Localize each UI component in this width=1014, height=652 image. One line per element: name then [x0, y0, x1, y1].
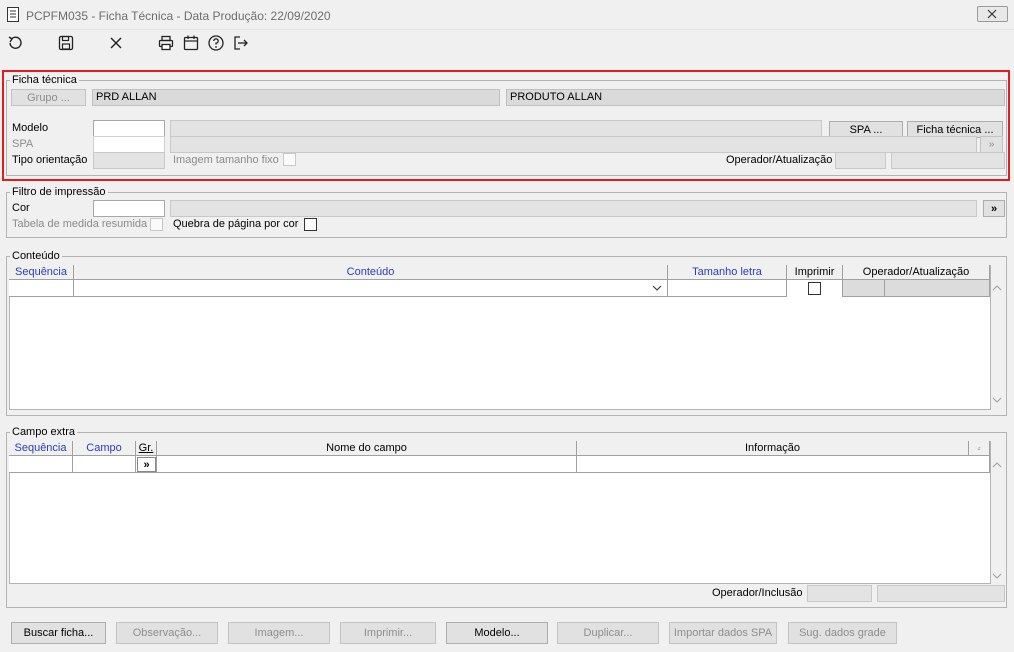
save-button[interactable]	[55, 32, 77, 54]
print-icon	[158, 35, 174, 51]
observacao-button[interactable]: Observação...	[116, 622, 218, 644]
operador-inclusao-label: Operador/Inclusão	[712, 587, 803, 599]
campo-extra-row-campo[interactable]	[73, 456, 136, 473]
conteudo-col-operador[interactable]: Operador/Atualização	[843, 265, 990, 280]
cor-input[interactable]	[93, 200, 165, 217]
chevron-down-icon	[992, 397, 1002, 403]
spa-input[interactable]	[93, 136, 165, 153]
modelo-input[interactable]	[93, 120, 165, 137]
tipo-orientacao-label: Tipo orientação	[12, 154, 88, 166]
importar-dados-spa-button[interactable]: Importar dados SPA	[669, 622, 777, 644]
grupo-button[interactable]: Grupo ...	[11, 89, 86, 106]
conteudo-row-operador	[843, 280, 885, 297]
data-inclusao-field	[877, 585, 1005, 602]
exit-button[interactable]	[230, 32, 252, 54]
operador-atualizacao-label: Operador/Atualização	[726, 154, 833, 166]
tabela-medida-label: Tabela de medida resumida	[12, 218, 148, 230]
conteudo-title: Conteúdo	[10, 250, 62, 262]
chevron-down-icon	[992, 573, 1002, 579]
help-button[interactable]	[205, 32, 227, 54]
conteudo-col-tamanho-letra[interactable]: Tamanho letra	[668, 265, 787, 280]
campo-extra-row-informacao[interactable]	[577, 456, 990, 473]
buscar-ficha-button[interactable]: Buscar ficha...	[11, 622, 106, 644]
campo-extra-col-nome[interactable]: Nome do campo	[157, 441, 577, 456]
cancel-button[interactable]	[105, 32, 127, 54]
sug-dados-grade-button[interactable]: Sug. dados grade	[788, 622, 897, 644]
modelo-button[interactable]: Modelo...	[446, 622, 548, 644]
exit-icon	[234, 36, 248, 50]
undo-icon	[8, 36, 22, 49]
conteudo-scroll-down[interactable]	[992, 396, 1002, 407]
conteudo-row-atualizacao	[885, 280, 990, 297]
imprimir-button[interactable]: Imprimir...	[340, 622, 436, 644]
conteudo-col-sequencia[interactable]: Sequência	[9, 265, 74, 280]
spa-label: SPA	[12, 138, 34, 150]
imagem-tamanho-fixo-checkbox[interactable]	[283, 153, 296, 166]
conteudo-row-conteudo-select[interactable]	[74, 280, 668, 297]
modelo-label: Modelo	[12, 122, 49, 134]
tipo-orientacao-field[interactable]	[93, 152, 165, 169]
grupo-code-field: PRD ALLAN	[92, 89, 500, 106]
operador-inclusao-field	[807, 585, 872, 602]
campo-extra-title: Campo extra	[10, 426, 77, 438]
calendar-button[interactable]	[180, 32, 202, 54]
conteudo-col-conteudo[interactable]: Conteúdo	[74, 265, 668, 280]
window-close-button[interactable]	[977, 6, 1008, 22]
campo-extra-scroll-up[interactable]	[992, 461, 1002, 472]
conteudo-row-sequencia[interactable]	[9, 280, 74, 297]
modelo-description-field	[170, 120, 822, 137]
imagem-tamanho-fixo-label: Imagem tamanho fixo	[173, 154, 279, 166]
spa-description-field	[170, 136, 977, 153]
cor-expand-button[interactable]: »	[983, 200, 1005, 217]
campo-extra-col-sequencia[interactable]: Sequência	[9, 441, 73, 456]
window-title: PCPFM035 - Ficha Técnica - Data Produção…	[26, 9, 331, 23]
cancel-icon	[110, 37, 122, 49]
conteudo-col-imprimir[interactable]: Imprimir	[787, 265, 843, 280]
tabela-medida-checkbox[interactable]	[150, 218, 163, 231]
campo-extra-col-gr[interactable]: Gr.	[136, 441, 157, 456]
ficha-tecnica-title: Ficha técnica	[10, 74, 79, 86]
conteudo-scroll-up[interactable]	[992, 284, 1002, 295]
title-bar: PCPFM035 - Ficha Técnica - Data Produção…	[0, 0, 1014, 30]
document-icon	[7, 7, 19, 22]
campo-extra-col-informacao[interactable]: Informação	[577, 441, 969, 456]
close-icon	[987, 9, 997, 19]
campo-extra-row-nome[interactable]	[157, 456, 577, 473]
campo-extra-col-expand[interactable]: ⸗	[969, 441, 990, 456]
cor-description-field	[170, 200, 977, 217]
grupo-description-field: PRODUTO ALLAN	[506, 89, 1005, 106]
save-icon	[58, 35, 74, 51]
print-button[interactable]	[155, 32, 177, 54]
campo-extra-row-sequencia[interactable]	[9, 456, 73, 473]
duplicar-button[interactable]: Duplicar...	[557, 622, 659, 644]
operador-field	[835, 152, 886, 169]
conteudo-row-tamanho-letra[interactable]	[668, 280, 787, 297]
help-icon	[208, 35, 224, 51]
campo-extra-expand-button[interactable]: »	[137, 457, 156, 472]
conteudo-imprimir-checkbox[interactable]	[808, 282, 821, 295]
quebra-pagina-checkbox[interactable]	[304, 218, 317, 231]
campo-extra-scroll-down[interactable]	[992, 572, 1002, 583]
filtro-impressao-title: Filtro de impressão	[10, 186, 108, 198]
quebra-pagina-label: Quebra de página por cor	[173, 218, 299, 230]
calendar-icon	[183, 35, 199, 51]
chevron-down-icon	[652, 285, 662, 291]
atualizacao-field	[891, 152, 1005, 169]
campo-extra-col-campo[interactable]: Campo	[73, 441, 136, 456]
chevron-up-icon	[992, 462, 1002, 468]
undo-button[interactable]	[4, 32, 26, 54]
cor-label: Cor	[12, 202, 30, 214]
chevron-up-icon	[992, 285, 1002, 291]
spa-expand-button[interactable]: »	[980, 136, 1003, 153]
imagem-button[interactable]: Imagem...	[228, 622, 330, 644]
